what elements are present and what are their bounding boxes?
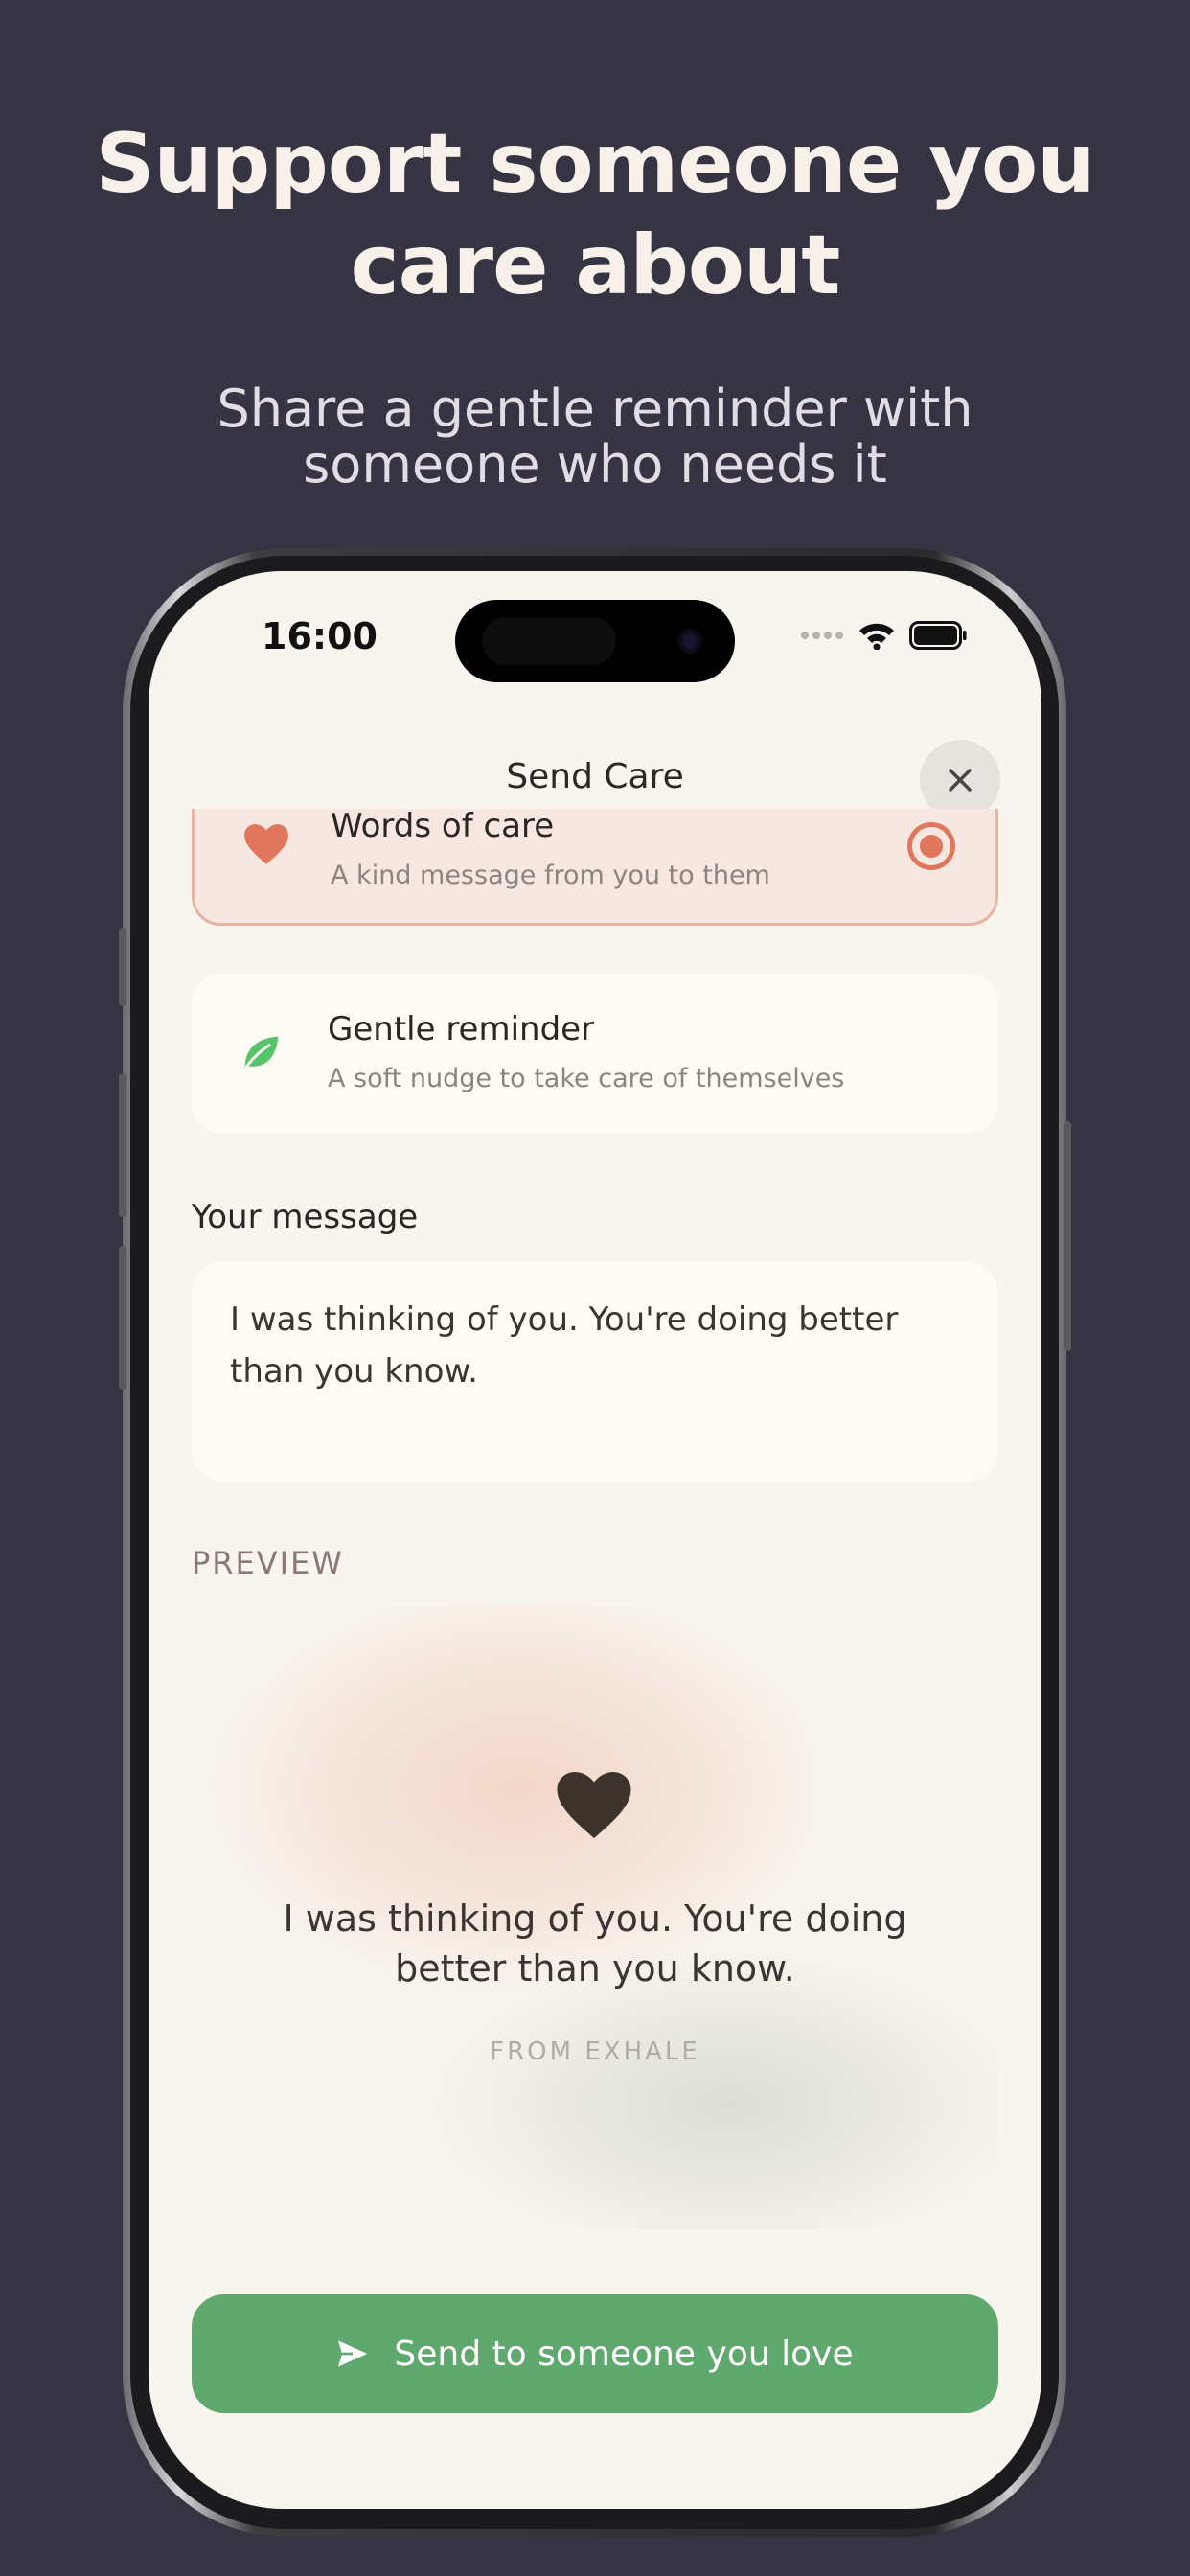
send-icon bbox=[338, 2340, 368, 2367]
wifi-icon bbox=[859, 623, 894, 650]
message-input[interactable]: I was thinking of you. You're doing bett… bbox=[192, 1261, 998, 1482]
send-button[interactable]: Send to someone you love bbox=[192, 2294, 998, 2413]
send-button-label: Send to someone you love bbox=[394, 2334, 854, 2374]
phone-side-button bbox=[119, 1246, 126, 1390]
phone-side-button bbox=[1064, 1121, 1071, 1351]
dynamic-island bbox=[455, 600, 735, 682]
radio-dot bbox=[920, 835, 943, 858]
option-gentle-reminder[interactable]: Gentle reminder A soft nudge to take car… bbox=[192, 974, 998, 1133]
camera-icon bbox=[677, 629, 702, 654]
heart-icon bbox=[244, 824, 288, 864]
phone-screen: 16:00 Send Care Words of care A kind mes… bbox=[149, 571, 1041, 2509]
option-title: Gentle reminder bbox=[328, 1010, 595, 1048]
phone-side-button bbox=[119, 928, 126, 1006]
status-icons bbox=[800, 621, 967, 650]
option-words-of-care[interactable]: Words of care A kind message from you to… bbox=[192, 807, 998, 926]
battery-icon bbox=[909, 621, 967, 650]
option-description: A soft nudge to take care of themselves bbox=[328, 1064, 845, 1093]
promo-headline-line1: Support someone you bbox=[95, 116, 1096, 212]
radio-selected[interactable] bbox=[907, 822, 955, 870]
message-label: Your message bbox=[192, 1198, 419, 1236]
option-description: A kind message from you to them bbox=[331, 861, 770, 890]
promo-headline: Support someone you care about bbox=[0, 113, 1190, 316]
preview-message: I was thinking of you. You're doing bett… bbox=[283, 1898, 907, 1990]
island-sensor bbox=[482, 617, 616, 665]
preview-label: PREVIEW bbox=[192, 1545, 344, 1581]
sheet-title: Send Care bbox=[506, 757, 684, 796]
phone-side-button bbox=[119, 1073, 126, 1217]
promo-subheadline-line1: Share a gentle reminder with bbox=[217, 379, 973, 439]
preview-card: I was thinking of you. You're doing bett… bbox=[192, 1606, 998, 2229]
close-icon bbox=[949, 769, 972, 792]
leaf-icon bbox=[244, 1036, 279, 1069]
status-time: 16:00 bbox=[262, 615, 378, 657]
promo-subheadline: Share a gentle reminder with someone who… bbox=[0, 381, 1190, 493]
signal-icon bbox=[801, 632, 843, 639]
heart-icon bbox=[557, 1772, 631, 1838]
promo-headline-line2: care about bbox=[350, 218, 841, 313]
option-title: Words of care bbox=[331, 807, 555, 845]
preview-from: FROM EXHALE bbox=[490, 2037, 700, 2066]
promo-subheadline-line2: someone who needs it bbox=[303, 434, 887, 494]
